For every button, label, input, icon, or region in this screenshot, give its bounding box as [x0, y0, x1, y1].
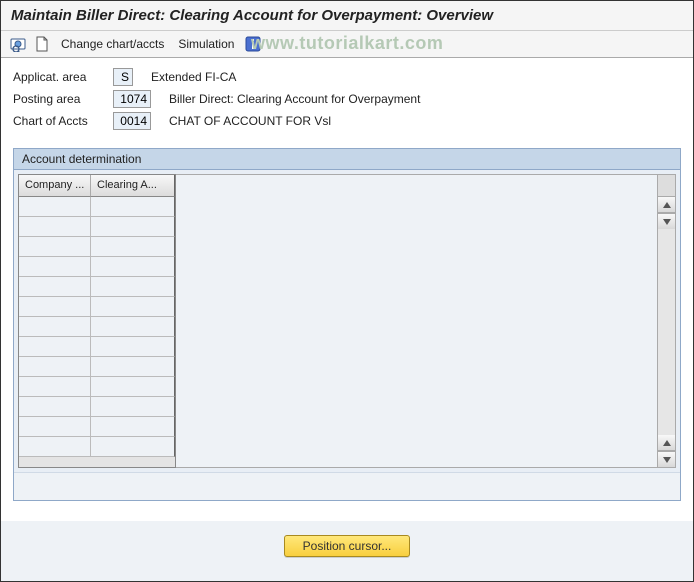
- table-row[interactable]: [19, 357, 175, 377]
- chart-accts-label: Chart of Accts: [13, 114, 113, 128]
- table-row[interactable]: [19, 257, 175, 277]
- grid-empty-area: [176, 174, 658, 468]
- watermark: www.tutorialkart.com: [251, 33, 443, 54]
- table-row[interactable]: [19, 417, 175, 437]
- scroll-track[interactable]: [658, 229, 675, 435]
- account-determination-group: Account determination Company ... Cleari…: [13, 148, 681, 501]
- posting-area-label: Posting area: [13, 92, 113, 106]
- table-row[interactable]: [19, 297, 175, 317]
- new-icon[interactable]: [33, 35, 51, 53]
- vertical-scrollbar[interactable]: [658, 174, 676, 468]
- page-title: Maintain Biller Direct: Clearing Account…: [11, 7, 493, 24]
- col-company[interactable]: Company ...: [19, 175, 91, 197]
- table-row[interactable]: [19, 317, 175, 337]
- applicat-area-desc: Extended FI-CA: [151, 70, 236, 84]
- applicat-area-input[interactable]: [113, 68, 133, 86]
- simulation-button[interactable]: Simulation: [174, 37, 238, 51]
- preview-icon[interactable]: [9, 35, 27, 53]
- table-row[interactable]: [19, 237, 175, 257]
- footer: Position cursor...: [1, 521, 693, 581]
- title-bar: Maintain Biller Direct: Clearing Account…: [1, 1, 693, 31]
- posting-area-desc: Biller Direct: Clearing Account for Over…: [169, 92, 420, 106]
- chart-accts-desc: CHAT OF ACCOUNT FOR Vsl: [169, 114, 331, 128]
- group-title: Account determination: [14, 149, 680, 170]
- position-cursor-button[interactable]: Position cursor...: [284, 535, 411, 557]
- table-row[interactable]: [19, 437, 175, 457]
- change-chart-button[interactable]: Change chart/accts: [57, 37, 168, 51]
- table-row[interactable]: [19, 337, 175, 357]
- table-row[interactable]: [19, 217, 175, 237]
- header-fields: Applicat. area Extended FI-CA Posting ar…: [1, 58, 693, 140]
- chart-accts-input[interactable]: [113, 112, 151, 130]
- table-row[interactable]: [19, 197, 175, 217]
- scroll-up-icon[interactable]: [658, 197, 675, 213]
- table-row[interactable]: [19, 277, 175, 297]
- scroll-corner: [658, 175, 675, 197]
- table-row[interactable]: [19, 377, 175, 397]
- toolbar: Change chart/accts Simulation www.tutori…: [1, 31, 693, 58]
- scroll-up2-icon[interactable]: [658, 435, 675, 451]
- posting-area-input[interactable]: [113, 90, 151, 108]
- table-row[interactable]: [19, 397, 175, 417]
- scroll-down-icon[interactable]: [658, 213, 675, 229]
- applicat-area-label: Applicat. area: [13, 70, 113, 84]
- scroll-down2-icon[interactable]: [658, 451, 675, 467]
- col-clearing[interactable]: Clearing A...: [91, 175, 175, 197]
- data-grid[interactable]: Company ... Clearing A...: [18, 174, 176, 468]
